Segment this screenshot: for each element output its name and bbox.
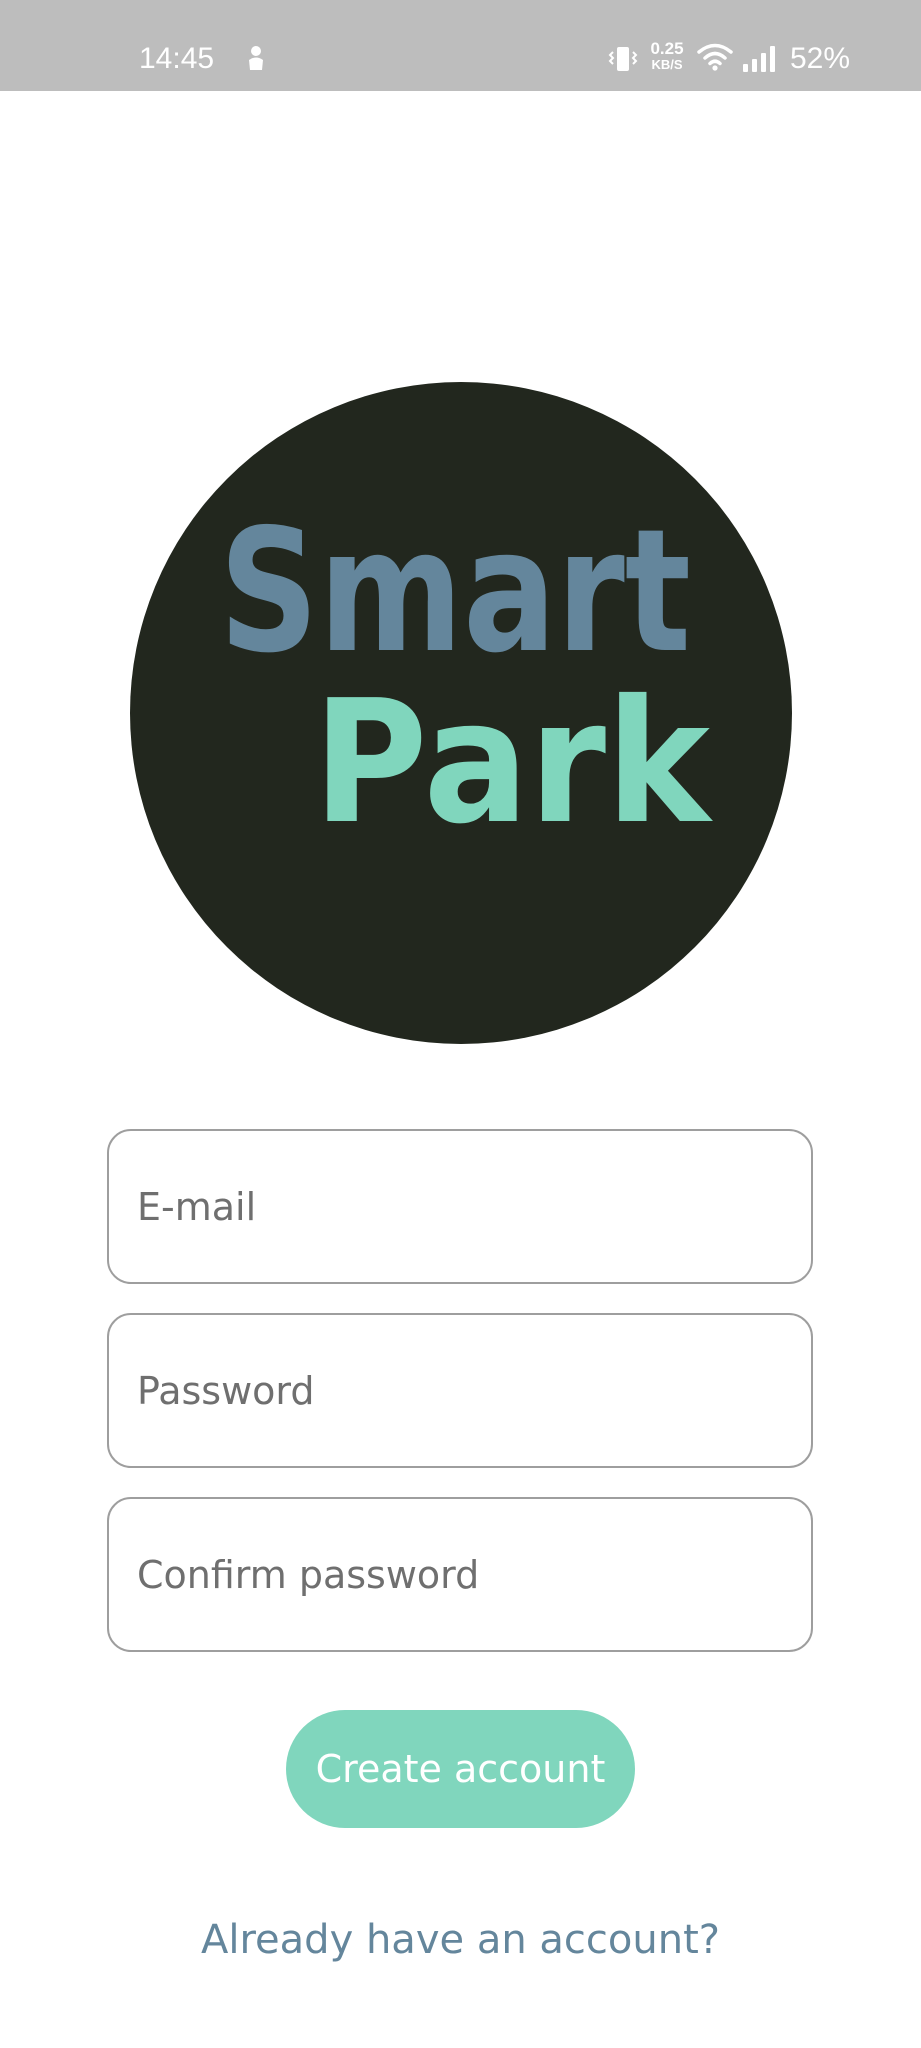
- logo-text-park: Park: [313, 664, 714, 862]
- confirm-password-input[interactable]: [137, 1499, 787, 1650]
- email-input[interactable]: [137, 1131, 787, 1282]
- email-field[interactable]: [107, 1129, 813, 1284]
- network-speed-unit: KB/S: [651, 57, 683, 72]
- network-speed: 0.25 KB/S: [643, 39, 691, 73]
- wifi-icon: [697, 43, 733, 71]
- status-bar: 14:45 0.25 KB/S 52%: [0, 0, 921, 91]
- already-have-account-link[interactable]: Already have an account?: [0, 1915, 921, 1965]
- password-input[interactable]: [137, 1315, 787, 1466]
- notification-icon: [249, 46, 263, 70]
- vibrate-icon: [608, 47, 638, 71]
- battery-level: 52%: [790, 42, 851, 75]
- status-time: 14:45: [139, 42, 215, 75]
- confirm-password-field[interactable]: [107, 1497, 813, 1652]
- logo-text-smart: Smart: [219, 493, 691, 691]
- password-field[interactable]: [107, 1313, 813, 1468]
- create-account-button[interactable]: Create account: [286, 1710, 635, 1828]
- smartpark-logo: Smart Park: [130, 382, 792, 1044]
- signal-icon: [743, 46, 775, 72]
- network-speed-value: 0.25: [650, 39, 684, 58]
